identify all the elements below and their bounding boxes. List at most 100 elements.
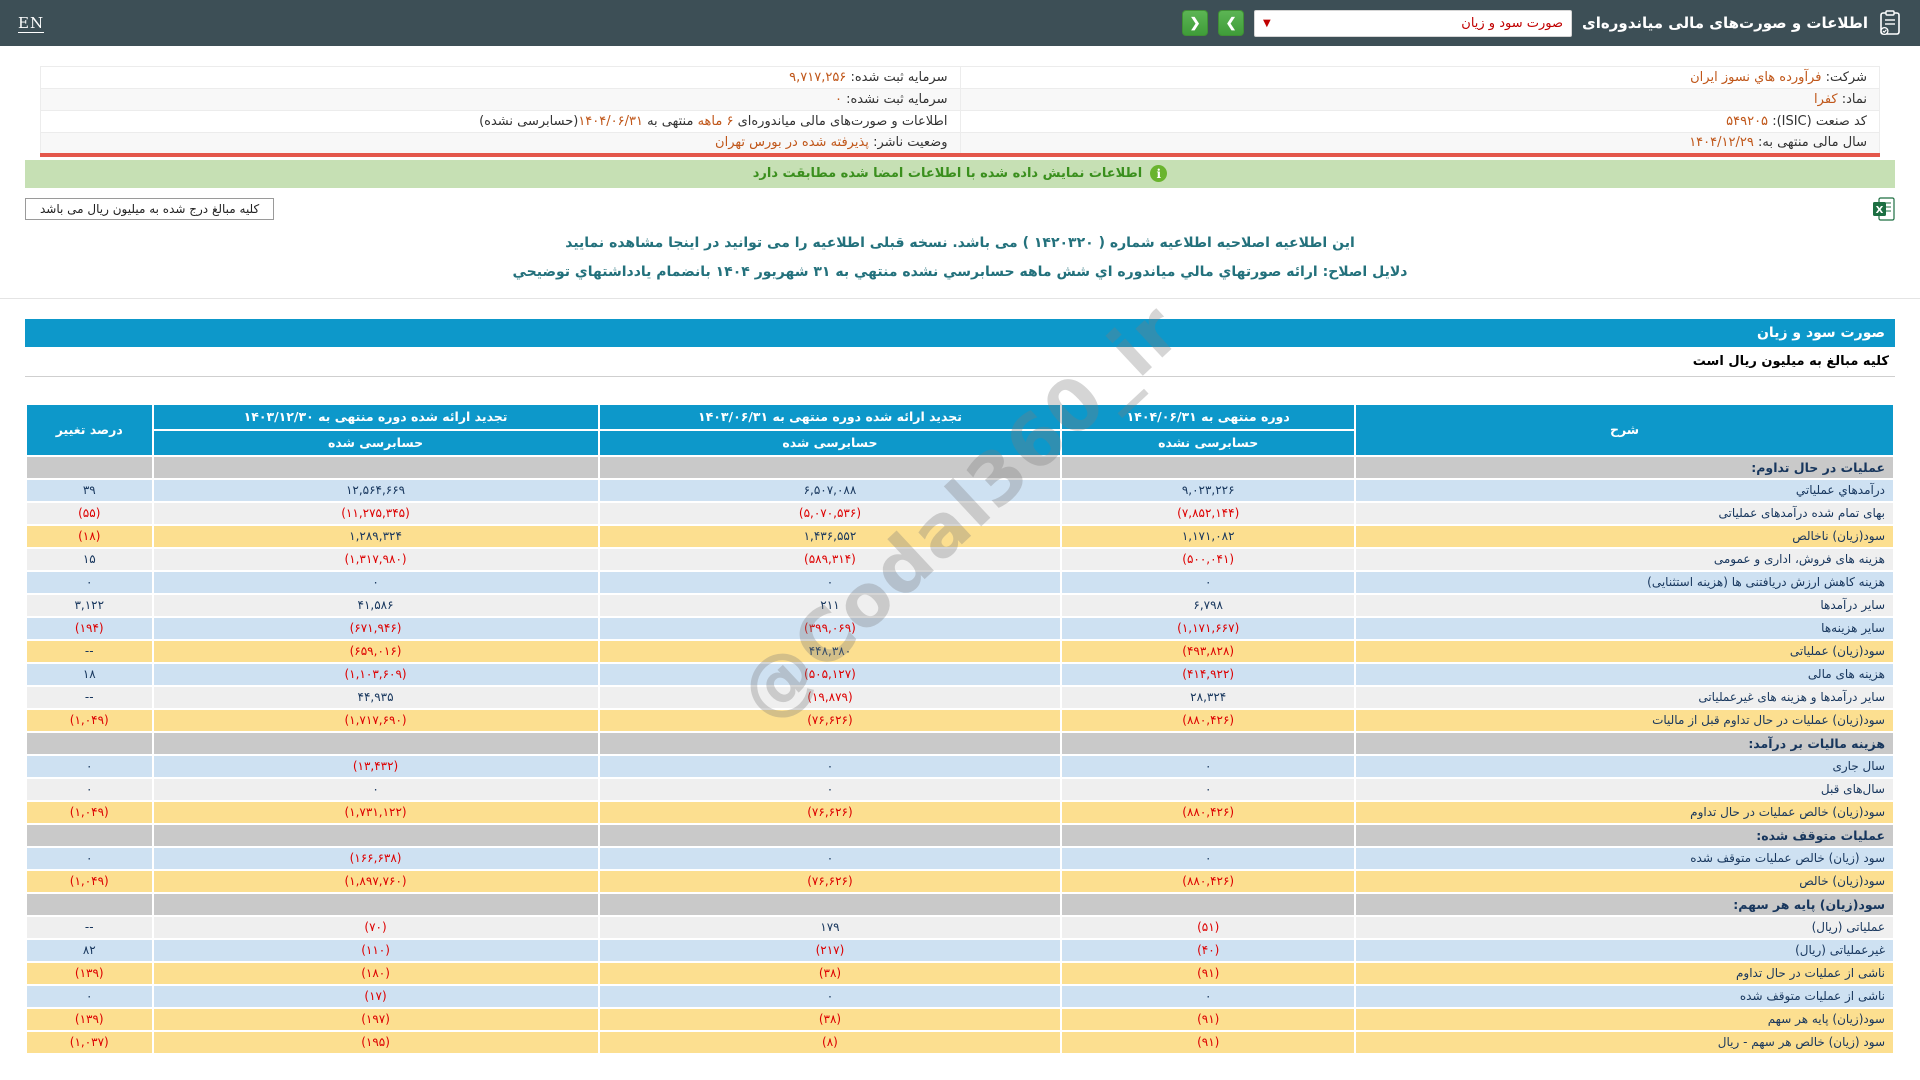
svg-text:X: X bbox=[1876, 205, 1884, 216]
cell-value bbox=[1062, 893, 1355, 915]
unregistered-capital-label: سرمایه ثبت نشده: bbox=[846, 92, 948, 107]
cell-value: (۱۹,۸۷۹) bbox=[599, 686, 1061, 708]
table-row: عملیاتی (ریال) (۵۱) ۱۷۹ (۷۰) -- bbox=[27, 916, 1893, 938]
next-statement-button[interactable]: ❯ bbox=[1218, 10, 1245, 36]
cell-value: (۱,۰۴۹) bbox=[27, 709, 152, 731]
cell-value: ۰ bbox=[27, 778, 152, 800]
cell-value: (۱,۳۱۷,۹۸۰) bbox=[153, 548, 598, 570]
table-row: سود (زیان) خالص هر سهم - ریال (۹۱) (۸) (۱۹۵… bbox=[27, 1031, 1893, 1053]
cell-value: (۲۱۷) bbox=[599, 939, 1061, 961]
cell-value: (۵۰۰,۰۴۱) bbox=[1062, 548, 1355, 570]
row-label: هزینه مالیات بر درآمد: bbox=[1356, 732, 1893, 754]
row-label: سود(زیان) پایه هر سهم bbox=[1356, 1008, 1893, 1030]
ticker-symbol-label: نماد: bbox=[1841, 92, 1867, 107]
cell-value: ۰ bbox=[153, 571, 598, 593]
company-name-label: شرکت: bbox=[1825, 70, 1867, 85]
cell-value: ۱,۲۸۹,۳۲۴ bbox=[153, 525, 598, 547]
cell-value: (۱۱۰) bbox=[153, 939, 598, 961]
cell-value: (۷,۸۵۲,۱۴۴) bbox=[1062, 502, 1355, 524]
isic-code-value: ۵۴۹۲۰۵ bbox=[1726, 114, 1769, 129]
table-row: سایر درآمدها و هزینه های غیرعملیاتی ۲۸,۳۲… bbox=[27, 686, 1893, 708]
cell-value: (۳۸) bbox=[599, 1008, 1061, 1030]
section-row: عملیات متوقف شده: bbox=[27, 824, 1893, 846]
col-header: شرح bbox=[1356, 404, 1893, 455]
cell-value: ۰ bbox=[599, 755, 1061, 777]
row-label: درآمدهاي عملياتي bbox=[1356, 479, 1893, 501]
cell-value bbox=[599, 456, 1061, 478]
cell-value: (۱,۱۰۳,۶۰۹) bbox=[153, 663, 598, 685]
announcement-clipboard-icon bbox=[1880, 10, 1900, 36]
statement-title-bar: صورت سود و زیان bbox=[25, 318, 1895, 347]
col-header: حسابرسی شده bbox=[153, 430, 598, 455]
cell-value: (۱,۰۴۹) bbox=[27, 870, 152, 892]
table-row: غیرعملیاتی (ریال) (۴۰) (۲۱۷) (۱۱۰) ۸۲ bbox=[27, 939, 1893, 961]
cell-value: (۵۰۵,۱۲۷) bbox=[599, 663, 1061, 685]
cell-value: (۱۸) bbox=[27, 525, 152, 547]
cell-value bbox=[27, 824, 152, 846]
info-row: نماد: کفرا سرمایه ثبت نشده: ۰ bbox=[40, 88, 1880, 111]
cell-value: (۱۸۰) bbox=[153, 962, 598, 984]
company-name-value: فرآورده هاي نسوز ايران bbox=[1690, 70, 1822, 85]
cell-value: (۸) bbox=[599, 1031, 1061, 1053]
cell-value: (۹۱) bbox=[1062, 1031, 1355, 1053]
table-row: درآمدهاي عملياتي ۹,۰۲۳,۲۲۶ ۶,۵۰۷,۰۸۸ ۱۲,۵۶۴… bbox=[27, 479, 1893, 501]
row-label: عملیات در حال تداوم: bbox=[1356, 456, 1893, 478]
amendment-notice[interactable]: این اطلاعیه اصلاحیه اطلاعیه شماره ( ۱۴۲۰… bbox=[0, 235, 1920, 251]
cell-value: -- bbox=[27, 916, 152, 938]
language-switch-link[interactable]: EN bbox=[18, 14, 45, 33]
col-header: تجدید ارائه شده دوره منتهی به ۱۴۰۳/۰۶/۳۱ bbox=[599, 404, 1061, 429]
cell-value: (۵۸۹,۳۱۴) bbox=[599, 548, 1061, 570]
cell-value: (۶۷۱,۹۴۶) bbox=[153, 617, 598, 639]
signature-match-banner: i اطلاعات نمایش داده شده با اطلاعات امضا… bbox=[25, 159, 1895, 188]
cell-value: ۰ bbox=[599, 778, 1061, 800]
cell-value: ۲۱۱ bbox=[599, 594, 1061, 616]
section-row: هزینه مالیات بر درآمد: bbox=[27, 732, 1893, 754]
cell-value bbox=[153, 732, 598, 754]
cell-value: (۱,۷۳۱,۱۲۲) bbox=[153, 801, 598, 823]
row-label: سال جاری bbox=[1356, 755, 1893, 777]
cell-value: (۶۵۹,۰۱۶) bbox=[153, 640, 598, 662]
cell-value bbox=[1062, 732, 1355, 754]
col-header: تجدید ارائه شده دوره منتهی به ۱۴۰۳/۱۲/۳۰ bbox=[153, 404, 598, 429]
cell-value: (۸۸۰,۴۲۶) bbox=[1062, 709, 1355, 731]
row-label: غیرعملیاتی (ریال) bbox=[1356, 939, 1893, 961]
col-header: حسابرسی نشده bbox=[1062, 430, 1355, 455]
cell-value: ۴۱,۵۸۶ bbox=[153, 594, 598, 616]
cell-value: ۰ bbox=[1062, 571, 1355, 593]
excel-export-icon[interactable]: X bbox=[1873, 196, 1895, 221]
cell-value: ۰ bbox=[599, 847, 1061, 869]
cell-value: ۲۸,۳۲۴ bbox=[1062, 686, 1355, 708]
table-row: ناشی از عملیات متوقف شده ۰ ۰ (۱۷) ۰ bbox=[27, 985, 1893, 1007]
row-label: سود(زیان) پایه هر سهم: bbox=[1356, 893, 1893, 915]
cell-value: (۱۹۷) bbox=[153, 1008, 598, 1030]
cell-value: (۱۷) bbox=[153, 985, 598, 1007]
statement-type-dropdown[interactable]: صورت سود و زیان ▼ bbox=[1254, 9, 1573, 37]
cell-value: (۴۹۳,۸۲۸) bbox=[1062, 640, 1355, 662]
signature-match-text: اطلاعات نمایش داده شده با اطلاعات امضا ش… bbox=[752, 166, 1143, 181]
row-label: عملیات متوقف شده: bbox=[1356, 824, 1893, 846]
cell-value: (۷۶,۶۲۶) bbox=[599, 801, 1061, 823]
cell-value: (۹۱) bbox=[1062, 1008, 1355, 1030]
cell-value: ۰ bbox=[599, 985, 1061, 1007]
previous-statement-button[interactable]: ❮ bbox=[1182, 10, 1209, 36]
cell-value: (۱۱,۲۷۵,۳۴۵) bbox=[153, 502, 598, 524]
cell-value: ۳,۱۲۲ bbox=[27, 594, 152, 616]
cell-value: (۵۱) bbox=[1062, 916, 1355, 938]
row-label: ناشی از عملیات در حال تداوم bbox=[1356, 962, 1893, 984]
table-row: سال‌های قبل ۰ ۰ ۰ ۰ bbox=[27, 778, 1893, 800]
cell-value: (۱۳۹) bbox=[27, 962, 152, 984]
topbar-right-group: اطلاعات و صورت‌های مالی میاندوره‌ای صورت… bbox=[1182, 9, 1902, 37]
table-header: شرح دوره منتهی به ۱۴۰۴/۰۶/۳۱ تجدید ارائه ش… bbox=[27, 404, 1893, 455]
cell-value: ۱۷۹ bbox=[599, 916, 1061, 938]
issuer-status-value: پذیرفته شده در بورس تهران bbox=[715, 135, 869, 151]
company-info-table: شرکت: فرآورده هاي نسوز ايران سرمایه ثبت … bbox=[40, 66, 1880, 157]
cell-value bbox=[1062, 456, 1355, 478]
cell-value: (۱۶۶,۶۳۸) bbox=[153, 847, 598, 869]
cell-value: (۱,۸۹۷,۷۶۰) bbox=[153, 870, 598, 892]
cell-value: ۶,۵۰۷,۰۸۸ bbox=[599, 479, 1061, 501]
table-row: بهای تمام شده درآمدهای عملیاتی (۷,۸۵۲,۱۴۴… bbox=[27, 502, 1893, 524]
fiscal-year-value: ۱۴۰۴/۱۲/۲۹ bbox=[1689, 135, 1754, 151]
row-label: هزینه کاهش ارزش دریافتنی ها (هزینه استثن… bbox=[1356, 571, 1893, 593]
cell-value: (۳۸) bbox=[599, 962, 1061, 984]
row-label: سود (زیان) خالص عملیات متوقف شده bbox=[1356, 847, 1893, 869]
